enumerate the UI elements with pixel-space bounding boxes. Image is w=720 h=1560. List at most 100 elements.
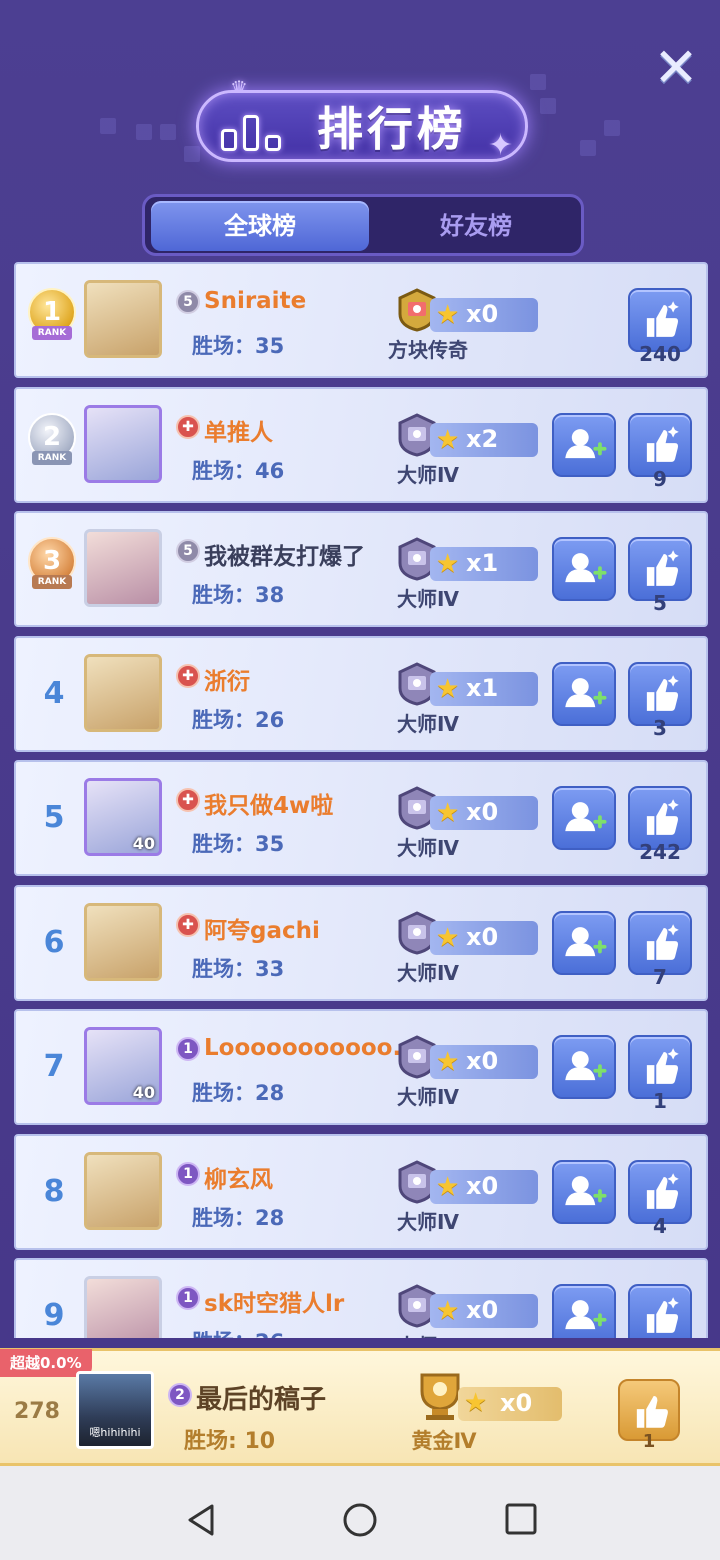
player-avatar[interactable] — [84, 1276, 162, 1338]
star-count: x1 — [466, 674, 499, 702]
star-decor-icon: ✦ — [488, 128, 514, 163]
close-icon[interactable]: ✕ — [650, 41, 702, 95]
thumbs-up-icon — [646, 1173, 679, 1209]
add-friend-button[interactable] — [552, 1035, 616, 1099]
level-badge: 1 — [176, 1037, 200, 1061]
title-banner: 排行榜 — [196, 90, 528, 162]
player-wins: 胜场：38 — [192, 583, 285, 607]
like-count: 242 — [639, 840, 681, 864]
my-like-count: 1 — [642, 1431, 656, 1452]
level-badge: ✚ — [176, 664, 200, 688]
add-friend-button[interactable] — [552, 537, 616, 601]
plus-icon: ✚ — [182, 419, 194, 435]
tier-name: 大师Ⅳ — [382, 1330, 474, 1338]
player-avatar[interactable] — [84, 654, 162, 732]
add-friend-button[interactable] — [552, 911, 616, 975]
my-star-pill: ★ x0 — [458, 1387, 562, 1421]
ranking-row[interactable]: 3 RANK 5 我被群友打爆了 胜场：38 ★ x1 大师Ⅳ 5 — [14, 511, 708, 627]
thumbs-up-icon — [646, 426, 679, 462]
tab-friends[interactable]: 好友榜 — [367, 201, 585, 251]
home-icon[interactable] — [342, 1502, 378, 1538]
star-count: x0 — [466, 1047, 499, 1075]
player-avatar[interactable] — [84, 405, 162, 483]
like-count: 7 — [653, 965, 667, 989]
player-name: Sniraite — [204, 288, 307, 314]
my-wins: 胜场: 10 — [184, 1429, 276, 1454]
ranking-row[interactable]: 5 40 ✚ 我只做4w啦 胜场：35 ★ x0 大师Ⅳ 242 — [14, 760, 708, 876]
like-count: 5 — [653, 591, 667, 615]
star-count-pill: ★ x0 — [430, 921, 538, 955]
decor-pixel — [136, 124, 152, 140]
ranking-row[interactable]: 4 ✚ 浙衍 胜场：26 ★ x1 大师Ⅳ 3 — [14, 636, 708, 752]
player-name: Looooooooooo... — [204, 1035, 404, 1061]
star-count: x0 — [466, 1296, 499, 1324]
player-name: 单推人 — [204, 420, 273, 446]
rank-number: 6 — [43, 925, 65, 960]
star-count: x0 — [466, 1172, 499, 1200]
my-avatar-caption: 嗯hihihihi — [89, 1426, 141, 1439]
star-icon: ★ — [436, 300, 460, 330]
my-name: 最后的稿子 — [196, 1385, 327, 1415]
recent-apps-icon[interactable] — [504, 1502, 538, 1536]
like-button[interactable] — [628, 1284, 692, 1338]
ranking-row[interactable]: 8 1 柳玄风 胜场：28 ★ x0 大师Ⅳ 4 — [14, 1134, 708, 1250]
rank-number: 4 — [43, 676, 65, 711]
leaderboard-screen: ♛ 排行榜 ✦ ✕ 全球榜 好友榜 1 RANK 5 Sniraite 胜场：35 … — [0, 0, 720, 1560]
page-title: 排行榜 — [317, 102, 467, 156]
ranking-row[interactable]: 1 RANK 5 Sniraite 胜场：35 ★ x0 方块传奇 240 — [14, 262, 708, 378]
player-avatar[interactable] — [84, 529, 162, 607]
add-friend-button[interactable] — [552, 1160, 616, 1224]
add-friend-icon — [565, 429, 607, 459]
star-icon: ★ — [436, 1172, 460, 1202]
avatar-level: 40 — [132, 834, 155, 853]
ranking-row[interactable]: 6 ✚ 阿夸gachi 胜场：33 ★ x0 大师Ⅳ 7 — [14, 885, 708, 1001]
star-icon: ★ — [436, 549, 460, 579]
player-avatar[interactable]: 40 — [84, 1027, 162, 1105]
player-wins: 胜场：35 — [192, 832, 285, 856]
like-count: 9 — [653, 467, 667, 491]
podium-icon — [221, 111, 283, 151]
level-value: 1 — [183, 1290, 193, 1306]
back-icon[interactable] — [184, 1502, 218, 1538]
ranking-list[interactable]: 1 RANK 5 Sniraite 胜场：35 ★ x0 方块传奇 240 2 RA… — [14, 262, 708, 1338]
ranking-row[interactable]: 2 RANK ✚ 单推人 胜场：46 ★ x2 大师Ⅳ 9 — [14, 387, 708, 503]
star-count: x0 — [466, 923, 499, 951]
add-friend-button[interactable] — [552, 1284, 616, 1338]
ranking-row[interactable]: 9 1 sk时空猎人lr 胜场：26 ★ x0 大师Ⅳ — [14, 1258, 708, 1338]
ranking-row[interactable]: 7 40 1 Looooooooooo... 胜场：28 ★ x0 大师Ⅳ 1 — [14, 1009, 708, 1125]
player-avatar[interactable] — [84, 280, 162, 358]
player-avatar[interactable]: 40 — [84, 778, 162, 856]
thumbs-up-icon — [646, 1048, 679, 1084]
level-badge: ✚ — [176, 788, 200, 812]
add-friend-button[interactable] — [552, 413, 616, 477]
avatar-image — [87, 906, 159, 978]
player-avatar[interactable] — [84, 903, 162, 981]
thumbs-up-icon — [646, 924, 679, 960]
tab-global[interactable]: 全球榜 — [151, 201, 369, 251]
add-friend-icon — [565, 927, 607, 957]
rank-number: 8 — [43, 1174, 65, 1209]
rank-number: 9 — [43, 1298, 65, 1333]
level-badge: 5 — [176, 539, 200, 563]
decor-pixel — [184, 146, 200, 162]
avatar-image — [87, 1279, 159, 1338]
player-wins: 胜场：35 — [192, 334, 285, 358]
add-friend-button[interactable] — [552, 786, 616, 850]
add-friend-icon — [565, 802, 607, 832]
avatar-image — [87, 532, 159, 604]
decor-pixel — [540, 98, 556, 114]
add-friend-button[interactable] — [552, 662, 616, 726]
player-name: 柳玄风 — [204, 1167, 273, 1193]
star-icon: ★ — [436, 674, 460, 704]
star-icon: ★ — [436, 1047, 460, 1077]
player-avatar[interactable] — [84, 1152, 162, 1230]
level-badge: 1 — [176, 1162, 200, 1186]
rank-medal-icon: 1 RANK — [26, 286, 78, 350]
star-icon: ★ — [436, 1296, 460, 1326]
my-avatar[interactable]: 嗯hihihihi — [76, 1371, 154, 1449]
plus-icon: ✚ — [182, 668, 194, 684]
player-name: 我被群友打爆了 — [204, 544, 365, 570]
player-name: 我只做4w啦 — [204, 793, 334, 819]
tier-name: 大师Ⅳ — [397, 587, 459, 611]
player-wins: 胜场：33 — [192, 957, 285, 981]
